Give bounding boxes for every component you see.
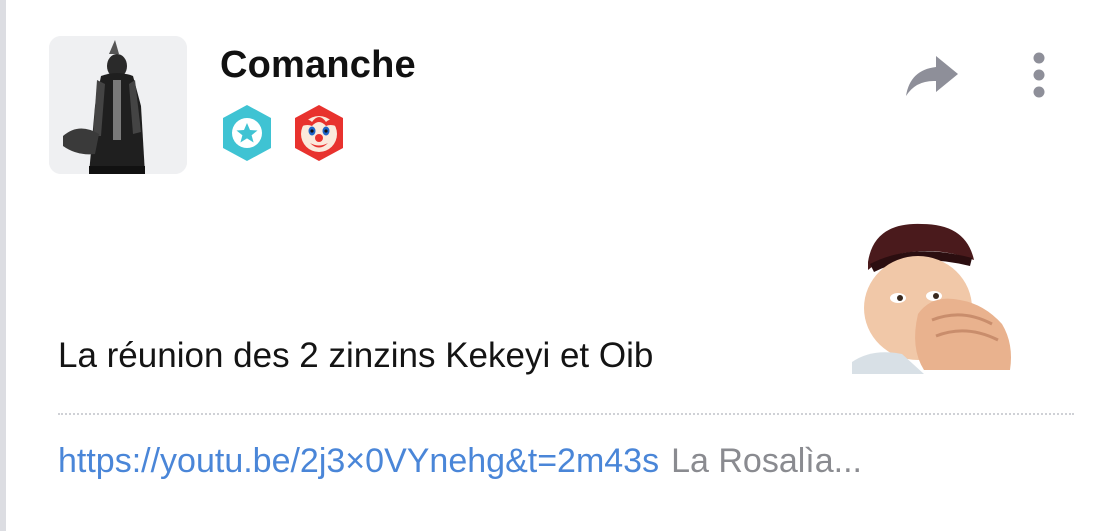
star-badge-icon	[223, 105, 271, 161]
vertical-dots-icon[interactable]	[1024, 48, 1054, 104]
link-preview: https://youtu.be/2j3×0VYnehg&t=2m43s La R…	[58, 442, 862, 481]
link-title[interactable]: La Rosalìa...	[671, 442, 862, 480]
sticker-image	[852, 223, 1011, 374]
avatar-portrait-image	[49, 36, 187, 174]
avatar[interactable]	[49, 36, 187, 174]
share-arrow-icon[interactable]	[902, 52, 960, 100]
card-left-border	[0, 0, 6, 531]
link-url[interactable]: https://youtu.be/2j3×0VYnehg&t=2m43s	[58, 442, 659, 480]
post-text: La réunion des 2 zinzins Kekeyi et Oib	[58, 336, 654, 375]
clown-face-badge-icon	[295, 105, 343, 161]
post-card: Comanche La réunion des 2 zinzins Kekeyi…	[0, 0, 1109, 531]
link-divider	[58, 413, 1074, 415]
author-name[interactable]: Comanche	[220, 44, 416, 87]
